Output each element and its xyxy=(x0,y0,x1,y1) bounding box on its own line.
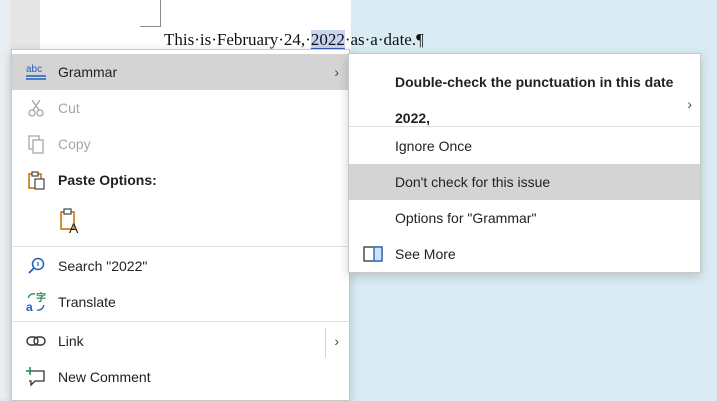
copy-icon xyxy=(24,132,48,156)
suggestion-text-line1: Double-check the punctuation in this dat… xyxy=(395,74,674,90)
menu-label-dont-check: Don't check for this issue xyxy=(395,174,551,190)
left-gutter xyxy=(0,0,10,399)
split-button-divider xyxy=(325,328,326,358)
menu-separator xyxy=(12,246,349,247)
new-comment-icon xyxy=(24,365,48,389)
menu-label-grammar-options: Options for "Grammar" xyxy=(395,210,537,226)
link-icon xyxy=(24,329,48,353)
menu-item-ignore-once[interactable]: Ignore Once xyxy=(349,128,700,164)
margin-corner-mark xyxy=(140,26,161,27)
menu-separator xyxy=(12,321,349,322)
grammar-submenu: Double-check the punctuation in this dat… xyxy=(348,53,701,273)
menu-label-copy: Copy xyxy=(58,136,91,152)
menu-label-search: Search "2022" xyxy=(58,258,148,274)
menu-label-cut: Cut xyxy=(58,100,80,116)
menu-item-new-comment[interactable]: New Comment xyxy=(12,359,349,395)
menu-label-link: Link xyxy=(58,333,84,349)
context-menu: abc Grammar › Cut Copy Paste Options: A … xyxy=(11,49,350,401)
paste-option-keep-text-only[interactable]: A xyxy=(12,200,349,242)
scissors-icon xyxy=(24,96,48,120)
svg-text:a: a xyxy=(26,300,33,313)
menu-separator xyxy=(349,126,700,127)
menu-item-grammar-options[interactable]: Options for "Grammar" xyxy=(349,200,700,236)
search-icon xyxy=(24,254,48,278)
menu-label-new-comment: New Comment xyxy=(58,369,151,385)
text-before: This·is·February·24,· xyxy=(164,30,311,49)
menu-item-search[interactable]: Search "2022" xyxy=(12,248,349,284)
svg-text:A: A xyxy=(69,220,79,235)
menu-item-cut[interactable]: Cut xyxy=(12,90,349,126)
menu-item-link[interactable]: Link › xyxy=(12,323,349,359)
paste-text-only-icon: A xyxy=(56,206,86,236)
chevron-right-icon[interactable]: › xyxy=(687,96,692,112)
clipboard-icon xyxy=(24,168,48,192)
document-text-line[interactable]: This·is·February·24,·2022·as·a·date.¶ xyxy=(164,30,424,50)
ruler-area xyxy=(10,0,40,50)
menu-label-paste-options: Paste Options: xyxy=(58,172,157,188)
menu-item-see-more[interactable]: See More xyxy=(349,236,700,272)
menu-item-translate[interactable]: a 字 Translate xyxy=(12,284,349,320)
menu-label-ignore-once: Ignore Once xyxy=(395,138,473,154)
menu-label-see-more: See More xyxy=(395,246,456,262)
menu-item-paste-options: Paste Options: xyxy=(12,162,349,198)
text-after: ·as·a·date.¶ xyxy=(344,30,424,49)
chevron-right-icon: › xyxy=(334,64,339,80)
menu-item-copy[interactable]: Copy xyxy=(12,126,349,162)
pane-icon xyxy=(363,244,383,264)
svg-text:abc: abc xyxy=(26,64,42,75)
selected-text[interactable]: 2022 xyxy=(310,30,345,49)
menu-item-dont-check[interactable]: Don't check for this issue xyxy=(349,164,700,200)
chevron-right-icon[interactable]: › xyxy=(334,333,339,349)
menu-label-grammar: Grammar xyxy=(58,64,118,80)
svg-text:字: 字 xyxy=(36,291,46,304)
translate-icon: a 字 xyxy=(24,290,48,314)
abc-spellcheck-icon: abc xyxy=(24,60,48,84)
menu-item-grammar[interactable]: abc Grammar › xyxy=(12,54,349,90)
margin-corner-mark xyxy=(160,0,161,26)
menu-label-translate: Translate xyxy=(58,294,116,310)
